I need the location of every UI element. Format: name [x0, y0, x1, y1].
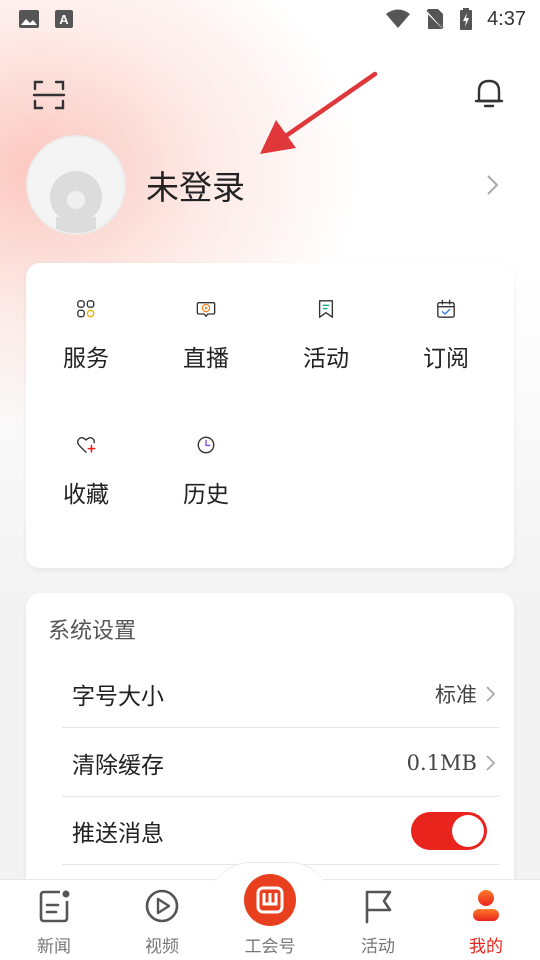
video-play-icon	[145, 889, 179, 923]
battery-icon	[460, 8, 473, 30]
service-item-favorite[interactable]: 收藏	[26, 399, 146, 509]
tab-label: 工会号	[244, 937, 296, 957]
service-item-live[interactable]: 直播	[146, 263, 266, 373]
news-icon	[39, 890, 70, 923]
service-item-activity[interactable]: 活动	[266, 263, 386, 373]
image-notification-icon	[19, 10, 39, 28]
bookmark-activity-icon	[318, 300, 334, 318]
tab-mine[interactable]: 我的	[432, 880, 540, 960]
settings-title: 系统设置	[48, 619, 137, 644]
font-size-value: 标准	[435, 682, 477, 707]
no-sim-icon	[425, 9, 445, 30]
services-card: 服务 直播 活动 订阅 收藏 历史	[26, 263, 514, 568]
subscribe-label: 订阅	[423, 346, 469, 372]
service-item-subscribe[interactable]: 订阅	[386, 263, 506, 373]
history-label: 历史	[183, 482, 229, 508]
push-notification-setting: 推送消息	[62, 797, 499, 865]
favorite-label: 收藏	[63, 482, 109, 508]
service-label: 服务	[63, 346, 109, 372]
flag-icon	[365, 890, 392, 924]
tab-news[interactable]: 新闻	[0, 880, 108, 960]
person-icon	[473, 890, 499, 921]
union-center-button[interactable]	[244, 874, 296, 926]
annotation-arrow-icon	[260, 71, 378, 154]
wifi-icon	[386, 9, 411, 28]
scan-icon[interactable]	[30, 76, 68, 114]
svg-text:A: A	[59, 12, 69, 27]
font-size-setting[interactable]: 字号大小 标准	[62, 660, 499, 728]
font-size-label: 字号大小	[72, 683, 164, 710]
heart-plus-icon	[77, 437, 96, 453]
apps-grid-icon	[77, 300, 95, 318]
font-notification-icon: A	[55, 10, 73, 28]
status-time: 4:37	[487, 7, 526, 30]
chevron-right-icon	[486, 754, 496, 771]
system-settings-card: 系统设置 字号大小 标准 清除缓存 0.1MB 推送消息	[26, 593, 514, 893]
service-item-service[interactable]: 服务	[26, 263, 146, 373]
toggle-knob	[452, 814, 484, 847]
live-tv-icon	[196, 301, 216, 317]
push-toggle[interactable]	[411, 811, 487, 850]
clock-history-icon	[197, 436, 215, 454]
tab-label: 新闻	[37, 937, 71, 957]
notification-bell-icon[interactable]	[470, 74, 508, 112]
tab-activity[interactable]: 活动	[324, 880, 432, 960]
tab-label: 我的	[469, 937, 503, 957]
default-avatar-icon	[50, 171, 102, 233]
activity-label: 活动	[303, 346, 349, 372]
push-label: 推送消息	[72, 820, 164, 847]
tab-label: 视频	[145, 937, 179, 957]
chevron-right-icon	[486, 685, 496, 702]
calendar-check-icon	[437, 299, 455, 318]
live-label: 直播	[183, 346, 229, 372]
clear-cache-setting[interactable]: 清除缓存 0.1MB	[62, 729, 499, 797]
tab-video[interactable]: 视频	[108, 880, 216, 960]
avatar[interactable]	[26, 135, 126, 235]
cache-size-value: 0.1MB	[406, 750, 477, 775]
tab-label: 活动	[361, 937, 395, 957]
login-status-text: 未登录	[146, 168, 245, 207]
service-item-history[interactable]: 历史	[146, 399, 266, 509]
union-logo-icon	[256, 886, 284, 914]
chevron-right-icon	[487, 175, 499, 195]
status-bar: A 4:37	[0, 0, 540, 38]
clear-cache-label: 清除缓存	[72, 752, 164, 779]
